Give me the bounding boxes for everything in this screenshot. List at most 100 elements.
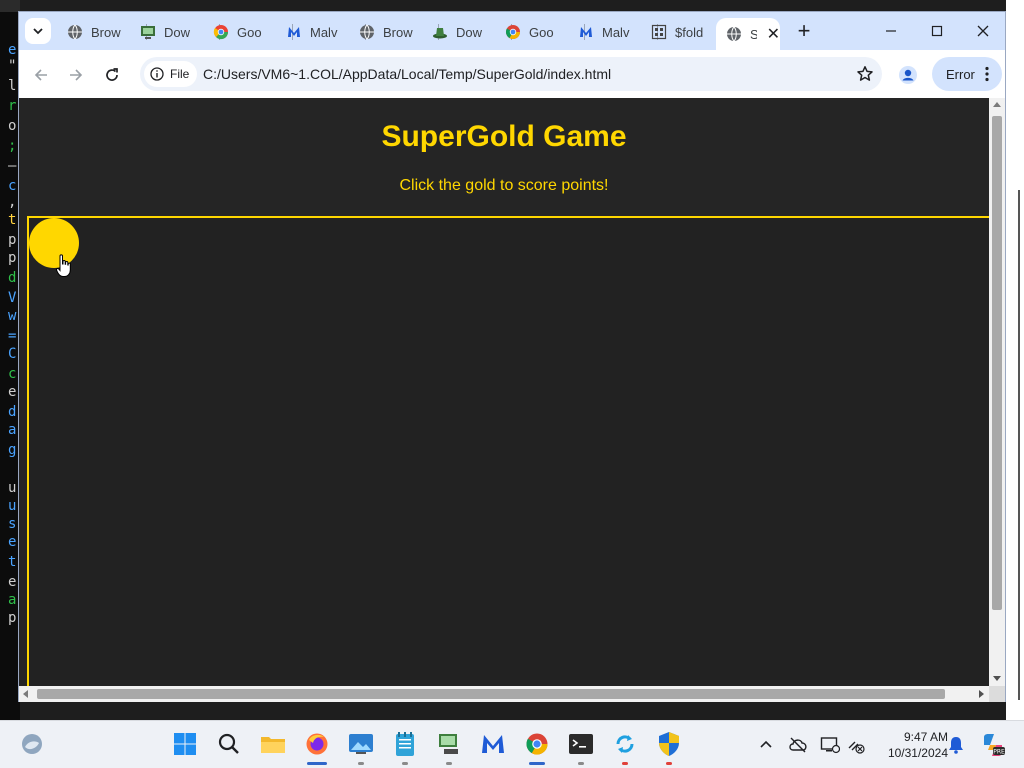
hand-cursor-icon — [56, 254, 71, 277]
folder-app-icon — [651, 24, 667, 40]
tab-google-1[interactable]: Goo — [203, 18, 275, 46]
terminal-line: p — [8, 232, 17, 248]
horizontal-scroll-thumb[interactable] — [37, 689, 945, 699]
tab-download-1[interactable]: Dow — [130, 18, 202, 46]
tab-title: Malv — [602, 24, 630, 40]
chrome-icon — [505, 24, 521, 40]
tab-title: $fold — [675, 24, 704, 40]
globe-icon — [359, 24, 375, 40]
malwarebytes-icon[interactable] — [480, 731, 506, 757]
arrow-left-icon — [34, 69, 47, 81]
terminal-line: t — [8, 212, 17, 228]
tab-search-button[interactable] — [25, 18, 51, 44]
notepad-icon[interactable] — [392, 731, 418, 757]
url-text[interactable]: C:/Users/VM6~1.COL/AppData/Local/Temp/Su… — [203, 66, 611, 82]
arrow-right-icon — [70, 69, 83, 81]
address-bar[interactable]: File C:/Users/VM6~1.COL/AppData/Local/Te… — [140, 57, 882, 91]
tab-supergold-active[interactable]: S ✕ — [716, 18, 780, 50]
tab-title: Brow — [91, 24, 121, 40]
tab-malwarebytes-2[interactable]: Malv — [568, 18, 640, 46]
close-window-button[interactable] — [963, 18, 1003, 44]
active-app-indicator — [529, 762, 545, 765]
scroll-left-arrow-icon[interactable] — [23, 690, 28, 698]
notification-bell-icon[interactable] — [946, 735, 966, 755]
tab-malwarebytes-1[interactable]: Malv — [276, 18, 348, 46]
terminal-line: e — [8, 534, 17, 550]
terminal-line: u — [8, 498, 17, 514]
minimize-button[interactable] — [871, 18, 911, 44]
horizontal-scrollbar[interactable] — [19, 686, 989, 702]
security-shield-icon[interactable] — [656, 731, 682, 757]
terminal-line: " — [8, 58, 17, 74]
profile-button[interactable] — [895, 62, 921, 88]
search-icon[interactable] — [216, 731, 242, 757]
copilot-icon[interactable]: PRE — [980, 734, 1006, 756]
scroll-right-arrow-icon[interactable] — [979, 690, 984, 698]
running-app-indicator — [578, 762, 584, 765]
maximize-button[interactable] — [917, 18, 957, 44]
scroll-down-arrow-icon[interactable] — [993, 676, 1001, 681]
tab-title: S — [750, 26, 757, 42]
chevron-up-icon[interactable] — [756, 735, 776, 755]
tab-strip: Brow Dow Goo Malv Brow Dow Goo Malv $fol… — [19, 12, 1005, 50]
tab-title: Goo — [529, 24, 554, 40]
file-explorer-icon[interactable] — [260, 731, 286, 757]
avatar-icon — [899, 66, 917, 84]
tab-browser-1[interactable]: Brow — [57, 18, 129, 46]
maximize-icon — [931, 25, 943, 37]
terminal-line: s — [8, 516, 17, 532]
tab-browser-2[interactable]: Brow — [349, 18, 421, 46]
browser-window: Brow Dow Goo Malv Brow Dow Goo Malv $fol… — [18, 11, 1006, 702]
taskbar-clock[interactable]: 9:47 AM 10/31/2024 — [872, 729, 948, 761]
malwarebytes-icon — [578, 24, 594, 40]
tab-download-2[interactable]: Dow — [422, 18, 494, 46]
tab-title: Malv — [310, 24, 338, 40]
game-area[interactable] — [27, 216, 989, 686]
terminal-line: p — [8, 250, 17, 266]
scroll-up-arrow-icon[interactable] — [993, 102, 1001, 107]
terminal-titlebar — [0, 0, 20, 12]
clock-date: 10/31/2024 — [887, 746, 948, 760]
terminal-line: l — [8, 78, 17, 94]
firefox-icon[interactable] — [304, 731, 330, 757]
widgets-icon[interactable] — [19, 731, 45, 757]
reload-button[interactable] — [99, 62, 125, 88]
malwarebytes-icon — [286, 24, 302, 40]
new-tab-button[interactable]: + — [792, 20, 816, 44]
forward-button[interactable] — [63, 62, 89, 88]
terminal-line: e — [8, 42, 17, 58]
terminal-line: o — [8, 118, 17, 134]
error-label: Error — [946, 66, 975, 82]
bookmark-star-icon[interactable] — [856, 65, 874, 83]
chrome-icon[interactable] — [524, 731, 550, 757]
start-icon[interactable] — [172, 731, 198, 757]
page-title: SuperGold Game — [381, 120, 627, 153]
terminal-line: c — [8, 366, 17, 382]
terminal-line: — — [8, 158, 17, 174]
cloud-offline-icon[interactable] — [788, 735, 808, 755]
terminal-line: C — [8, 346, 17, 362]
running-app-indicator — [402, 762, 408, 765]
active-app-indicator — [307, 762, 327, 765]
tab-folder[interactable]: $fold — [641, 18, 713, 46]
vertical-scroll-thumb[interactable] — [992, 116, 1002, 610]
photos-icon[interactable] — [348, 731, 374, 757]
more-vertical-icon — [985, 66, 989, 82]
terminal-line: e — [8, 384, 17, 400]
sync-icon[interactable] — [612, 731, 638, 757]
tab-google-2[interactable]: Goo — [495, 18, 567, 46]
network-icon[interactable] — [436, 731, 462, 757]
network-offline-icon[interactable] — [846, 735, 866, 755]
terminal-icon[interactable] — [568, 731, 594, 757]
close-tab-icon[interactable]: ✕ — [767, 24, 780, 44]
globe-icon — [67, 24, 83, 40]
vertical-scrollbar[interactable] — [989, 98, 1005, 686]
back-button[interactable] — [28, 62, 54, 88]
chevron-down-icon — [33, 28, 43, 35]
background-window-edge — [1006, 0, 1024, 720]
reload-icon — [106, 68, 118, 81]
error-menu-button[interactable]: Error — [932, 57, 1002, 91]
svg-text:PRE: PRE — [993, 749, 1005, 756]
site-info-chip[interactable]: File — [144, 61, 198, 87]
display-icon[interactable] — [820, 735, 840, 755]
